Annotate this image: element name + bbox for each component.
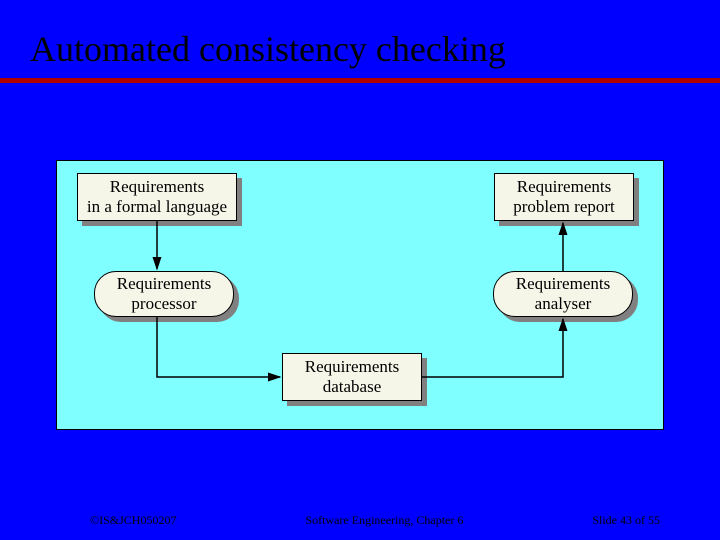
footer-copyright: ©IS&JCH050207 — [90, 513, 176, 528]
node-req-analyser: Requirements analyser — [493, 271, 633, 317]
node-req-database: Requirements database — [282, 353, 422, 401]
title-area: Automated consistency checking — [0, 0, 720, 83]
node-label-line: database — [323, 377, 382, 397]
node-label-line: Requirements — [117, 274, 211, 294]
node-label-line: Requirements — [305, 357, 399, 377]
node-label-line: Requirements — [516, 274, 610, 294]
node-label-line: in a formal language — [87, 197, 227, 217]
node-req-formal: Requirements in a formal language — [77, 173, 237, 221]
diagram-canvas: Requirements in a formal language Requir… — [56, 160, 664, 430]
node-label-line: Requirements — [517, 177, 611, 197]
node-req-report: Requirements problem report — [494, 173, 634, 221]
node-label-line: analyser — [535, 294, 592, 314]
footer-page: Slide 43 of 55 — [592, 513, 660, 528]
slide-title: Automated consistency checking — [30, 28, 690, 70]
node-label-line: problem report — [513, 197, 615, 217]
node-label-line: Requirements — [110, 177, 204, 197]
slide-footer: ©IS&JCH050207 Software Engineering, Chap… — [0, 513, 720, 528]
node-label-line: processor — [131, 294, 196, 314]
node-req-processor: Requirements processor — [94, 271, 234, 317]
footer-center: Software Engineering, Chapter 6 — [305, 513, 463, 528]
